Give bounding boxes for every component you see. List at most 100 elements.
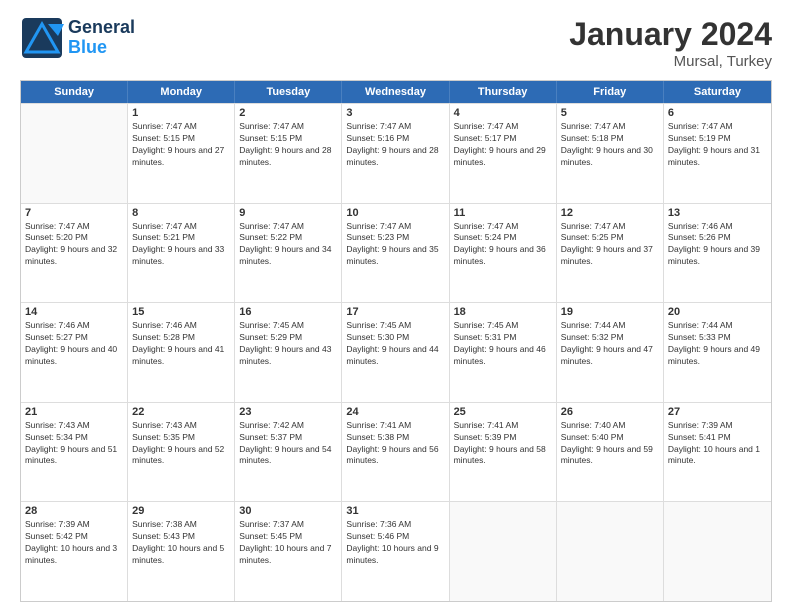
logo: General Blue: [20, 16, 135, 60]
cell-info: Sunrise: 7:39 AMSunset: 5:41 PMDaylight:…: [668, 420, 767, 468]
calendar-cell-0-1: 1Sunrise: 7:47 AMSunset: 5:15 PMDaylight…: [128, 104, 235, 203]
cell-info: Sunrise: 7:47 AMSunset: 5:20 PMDaylight:…: [25, 221, 123, 269]
cell-info: Sunrise: 7:47 AMSunset: 5:15 PMDaylight:…: [132, 121, 230, 169]
calendar-cell-1-2: 9 Sunrise: 7:47 AMSunset: 5:22 PMDaylight…: [235, 204, 342, 303]
cell-info: Sunrise: 7:47 AMSunset: 5:25 PMDaylight:…: [561, 221, 659, 269]
calendar-cell-0-4: 4 Sunrise: 7:47 AMSunset: 5:17 PMDaylight…: [450, 104, 557, 203]
calendar-body: 1Sunrise: 7:47 AMSunset: 5:15 PMDaylight…: [21, 103, 771, 601]
cell-info: Sunrise: 7:43 AMSunset: 5:34 PMDaylight:…: [25, 420, 123, 468]
day-number: 21: [25, 406, 123, 418]
day-number: 8: [132, 207, 230, 219]
day-number: 19: [561, 306, 659, 318]
calendar-cell-4-3: 31 Sunrise: 7:36 AMSunset: 5:46 PMDayligh…: [342, 502, 449, 601]
month-year-title: January 2024: [569, 16, 772, 53]
cell-info: Sunrise: 7:46 AMSunset: 5:28 PMDaylight:…: [132, 320, 230, 368]
cell-info: Sunrise: 7:47 AMSunset: 5:23 PMDaylight:…: [346, 221, 444, 269]
day-number: 6: [668, 107, 767, 119]
calendar-cell-4-5: [557, 502, 664, 601]
weekday-saturday: Saturday: [664, 81, 771, 103]
calendar-week-1: 1Sunrise: 7:47 AMSunset: 5:15 PMDaylight…: [21, 103, 771, 203]
weekday-wednesday: Wednesday: [342, 81, 449, 103]
calendar-cell-3-1: 22 Sunrise: 7:43 AMSunset: 5:35 PMDayligh…: [128, 403, 235, 502]
day-number: 15: [132, 306, 230, 318]
calendar-cell-0-0: [21, 104, 128, 203]
cell-info: Sunrise: 7:46 AMSunset: 5:26 PMDaylight:…: [668, 221, 767, 269]
calendar-cell-4-0: 28Sunrise: 7:39 AMSunset: 5:42 PMDayligh…: [21, 502, 128, 601]
day-number: 5: [561, 107, 659, 119]
calendar-cell-2-1: 15 Sunrise: 7:46 AMSunset: 5:28 PMDayligh…: [128, 303, 235, 402]
day-number: 11: [454, 207, 552, 219]
day-number: 27: [668, 406, 767, 418]
day-number: 23: [239, 406, 337, 418]
calendar-cell-2-2: 16Sunrise: 7:45 AMSunset: 5:29 PMDayligh…: [235, 303, 342, 402]
weekday-sunday: Sunday: [21, 81, 128, 103]
day-number: 18: [454, 306, 552, 318]
calendar-cell-2-4: 18 Sunrise: 7:45 AMSunset: 5:31 PMDayligh…: [450, 303, 557, 402]
calendar-cell-1-6: 13 Sunrise: 7:46 AMSunset: 5:26 PMDayligh…: [664, 204, 771, 303]
day-number: 22: [132, 406, 230, 418]
cell-info: Sunrise: 7:47 AMSunset: 5:19 PMDaylight:…: [668, 121, 767, 169]
calendar-cell-2-5: 19 Sunrise: 7:44 AMSunset: 5:32 PMDayligh…: [557, 303, 664, 402]
calendar-week-5: 28Sunrise: 7:39 AMSunset: 5:42 PMDayligh…: [21, 501, 771, 601]
calendar-cell-0-3: 3Sunrise: 7:47 AMSunset: 5:16 PMDaylight…: [342, 104, 449, 203]
cell-info: Sunrise: 7:44 AMSunset: 5:32 PMDaylight:…: [561, 320, 659, 368]
calendar-cell-0-2: 2Sunrise: 7:47 AMSunset: 5:15 PMDaylight…: [235, 104, 342, 203]
day-number: 29: [132, 505, 230, 517]
day-number: 7: [25, 207, 123, 219]
calendar-cell-2-0: 14Sunrise: 7:46 AMSunset: 5:27 PMDayligh…: [21, 303, 128, 402]
weekday-thursday: Thursday: [450, 81, 557, 103]
calendar-page: General Blue January 2024 Mursal, Turkey…: [0, 0, 792, 612]
calendar-week-3: 14Sunrise: 7:46 AMSunset: 5:27 PMDayligh…: [21, 302, 771, 402]
logo-general-text: General: [68, 18, 135, 38]
day-number: 24: [346, 406, 444, 418]
calendar-cell-4-6: [664, 502, 771, 601]
cell-info: Sunrise: 7:45 AMSunset: 5:31 PMDaylight:…: [454, 320, 552, 368]
day-number: 26: [561, 406, 659, 418]
calendar-cell-3-0: 21 Sunrise: 7:43 AMSunset: 5:34 PMDayligh…: [21, 403, 128, 502]
cell-info: Sunrise: 7:44 AMSunset: 5:33 PMDaylight:…: [668, 320, 767, 368]
cell-info: Sunrise: 7:37 AMSunset: 5:45 PMDaylight:…: [239, 519, 337, 567]
cell-info: Sunrise: 7:41 AMSunset: 5:39 PMDaylight:…: [454, 420, 552, 468]
cell-info: Sunrise: 7:47 AMSunset: 5:17 PMDaylight:…: [454, 121, 552, 169]
day-number: 9: [239, 207, 337, 219]
day-number: 30: [239, 505, 337, 517]
calendar-cell-3-3: 24 Sunrise: 7:41 AMSunset: 5:38 PMDayligh…: [342, 403, 449, 502]
day-number: 28: [25, 505, 123, 517]
calendar-cell-1-5: 12 Sunrise: 7:47 AMSunset: 5:25 PMDayligh…: [557, 204, 664, 303]
cell-info: Sunrise: 7:47 AMSunset: 5:21 PMDaylight:…: [132, 221, 230, 269]
calendar-week-2: 7 Sunrise: 7:47 AMSunset: 5:20 PMDaylight…: [21, 203, 771, 303]
cell-info: Sunrise: 7:43 AMSunset: 5:35 PMDaylight:…: [132, 420, 230, 468]
calendar-cell-4-4: [450, 502, 557, 601]
page-header: General Blue January 2024 Mursal, Turkey: [20, 16, 772, 70]
calendar-cell-1-0: 7 Sunrise: 7:47 AMSunset: 5:20 PMDaylight…: [21, 204, 128, 303]
cell-info: Sunrise: 7:41 AMSunset: 5:38 PMDaylight:…: [346, 420, 444, 468]
calendar-cell-3-4: 25Sunrise: 7:41 AMSunset: 5:39 PMDayligh…: [450, 403, 557, 502]
cell-info: Sunrise: 7:36 AMSunset: 5:46 PMDaylight:…: [346, 519, 444, 567]
cell-info: Sunrise: 7:47 AMSunset: 5:22 PMDaylight:…: [239, 221, 337, 269]
calendar-cell-0-5: 5Sunrise: 7:47 AMSunset: 5:18 PMDaylight…: [557, 104, 664, 203]
location-subtitle: Mursal, Turkey: [569, 53, 772, 70]
calendar-cell-1-4: 11Sunrise: 7:47 AMSunset: 5:24 PMDayligh…: [450, 204, 557, 303]
calendar-cell-3-5: 26 Sunrise: 7:40 AMSunset: 5:40 PMDayligh…: [557, 403, 664, 502]
calendar-cell-3-2: 23Sunrise: 7:42 AMSunset: 5:37 PMDayligh…: [235, 403, 342, 502]
logo-icon: [20, 16, 64, 60]
calendar-week-4: 21 Sunrise: 7:43 AMSunset: 5:34 PMDayligh…: [21, 402, 771, 502]
title-block: January 2024 Mursal, Turkey: [569, 16, 772, 70]
day-number: 4: [454, 107, 552, 119]
calendar-header: Sunday Monday Tuesday Wednesday Thursday…: [21, 81, 771, 103]
calendar-cell-3-6: 27 Sunrise: 7:39 AMSunset: 5:41 PMDayligh…: [664, 403, 771, 502]
weekday-friday: Friday: [557, 81, 664, 103]
cell-info: Sunrise: 7:47 AMSunset: 5:15 PMDaylight:…: [239, 121, 337, 169]
cell-info: Sunrise: 7:40 AMSunset: 5:40 PMDaylight:…: [561, 420, 659, 468]
cell-info: Sunrise: 7:45 AMSunset: 5:30 PMDaylight:…: [346, 320, 444, 368]
cell-info: Sunrise: 7:46 AMSunset: 5:27 PMDaylight:…: [25, 320, 123, 368]
cell-info: Sunrise: 7:45 AMSunset: 5:29 PMDaylight:…: [239, 320, 337, 368]
day-number: 31: [346, 505, 444, 517]
calendar-cell-4-1: 29Sunrise: 7:38 AMSunset: 5:43 PMDayligh…: [128, 502, 235, 601]
logo-name: General Blue: [68, 18, 135, 58]
day-number: 3: [346, 107, 444, 119]
calendar-cell-0-6: 6 Sunrise: 7:47 AMSunset: 5:19 PMDaylight…: [664, 104, 771, 203]
day-number: 13: [668, 207, 767, 219]
day-number: 12: [561, 207, 659, 219]
calendar-cell-4-2: 30 Sunrise: 7:37 AMSunset: 5:45 PMDayligh…: [235, 502, 342, 601]
